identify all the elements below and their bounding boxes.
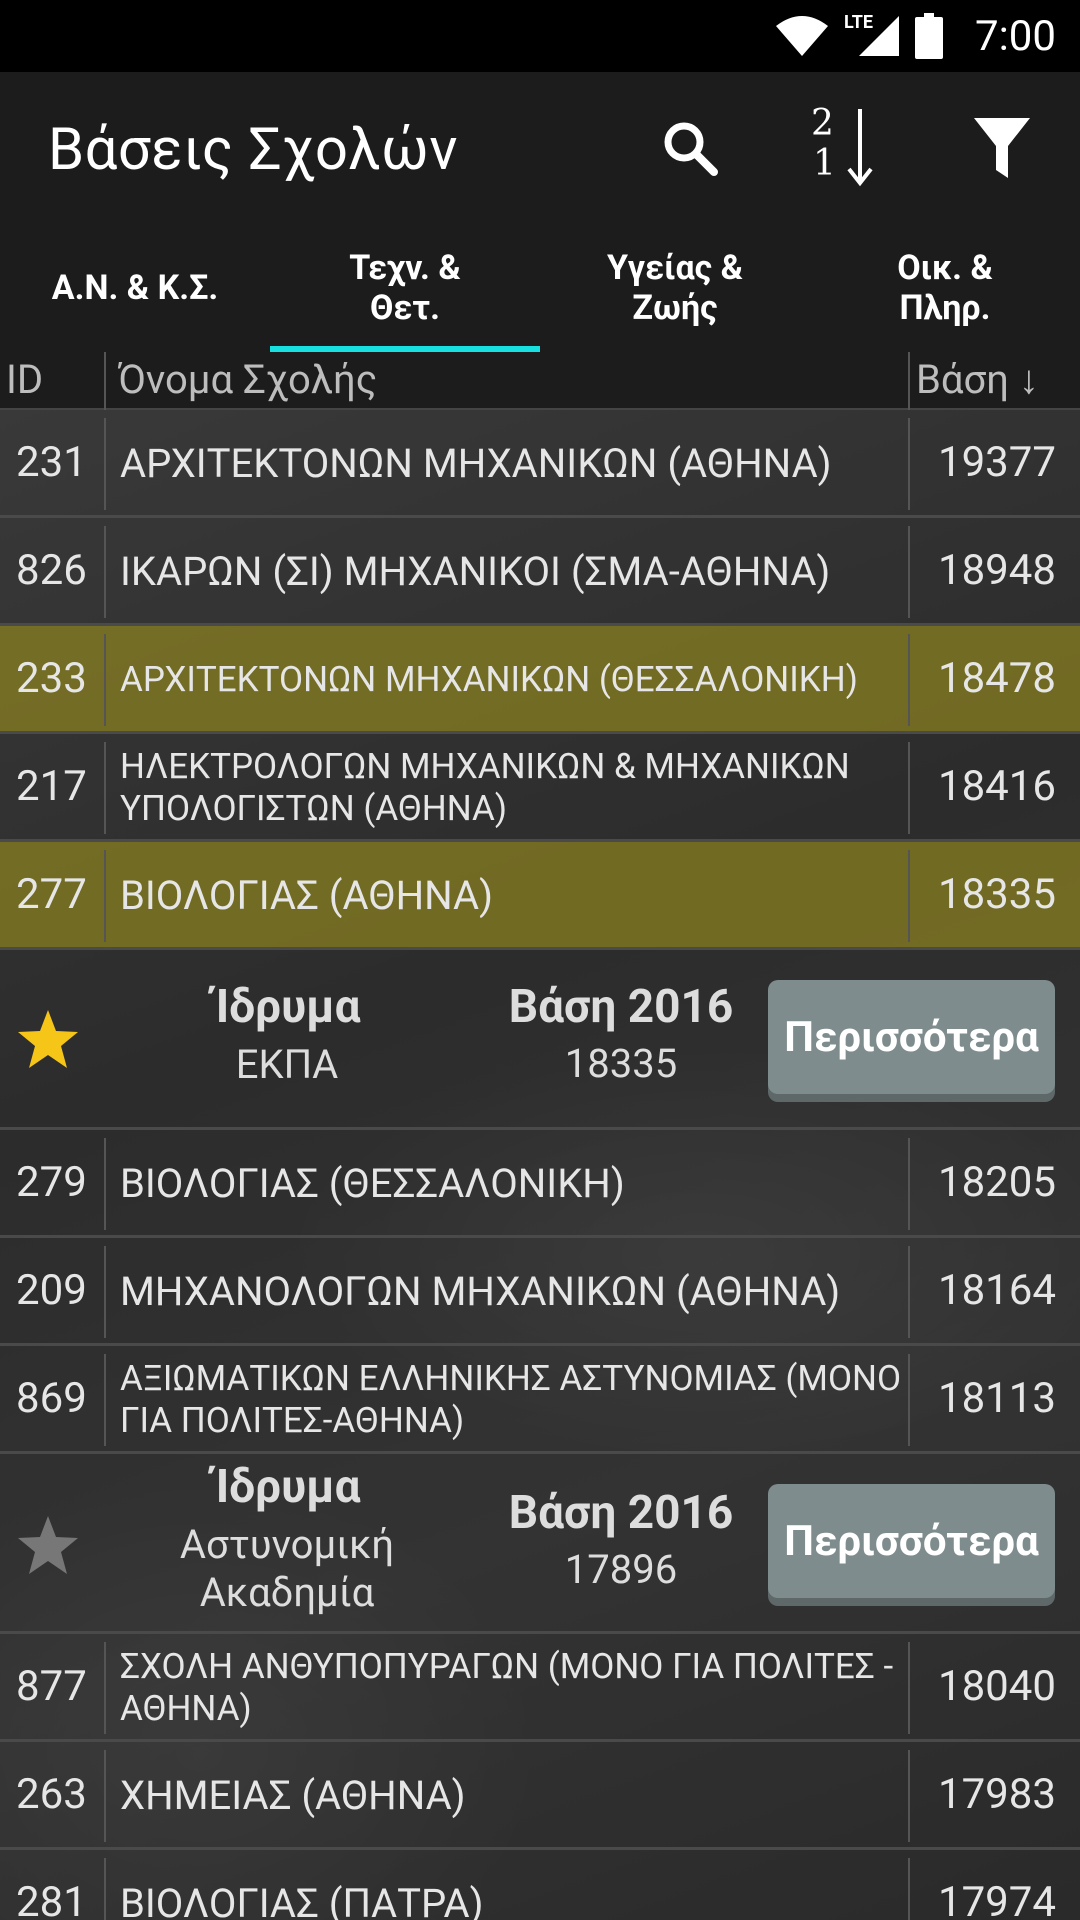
tab-an-ks[interactable]: Α.Ν. & Κ.Σ. (0, 224, 270, 352)
filter-button[interactable] (924, 72, 1080, 224)
row-name: ΜΗΧΑΝΟΛΟΓΩΝ ΜΗΧΑΝΙΚΩΝ (ΑΘΗΝΑ) (120, 1268, 841, 1315)
table-row[interactable]: 277 ΒΙΟΛΟΓΙΑΣ (ΑΘΗΝΑ) 18335 (0, 842, 1080, 950)
row-name: ΑΡΧΙΤΕΚΤΟΝΩΝ ΜΗΧΑΝΙΚΩΝ (ΑΘΗΝΑ) (120, 440, 832, 487)
table-row[interactable]: 209 ΜΗΧΑΝΟΛΟΓΩΝ ΜΗΧΑΝΙΚΩΝ (ΑΘΗΝΑ) 18164 (0, 1238, 1080, 1346)
institution-value: ΕΚΠΑ (235, 1041, 339, 1088)
row-id: 826 (16, 546, 87, 595)
schools-table: ID Όνομα Σχολής Βάση ↓ 231 ΑΡΧΙΤΕΚΤΟΝΩΝ … (0, 352, 1080, 1920)
more-button[interactable]: Περισσότερα (768, 1484, 1055, 1598)
table-row[interactable]: 279 ΒΙΟΛΟΓΙΑΣ (ΘΕΣΣΑΛΟΝΙΚΗ) 18205 (0, 1130, 1080, 1238)
row-name: ΙΚΑΡΩΝ (ΣΙ) ΜΗΧΑΝΙΚΟΙ (ΣΜΑ-ΑΘΗΝΑ) (120, 548, 831, 595)
row-name: ΗΛΕΚΤΡΟΛΟΓΩΝ ΜΗΧΑΝΙΚΩΝ & ΜΗΧΑΝΙΚΩΝ ΥΠΟΛΟ… (120, 746, 850, 829)
institution-value-line2: Ακαδημία (199, 1569, 375, 1616)
tab-tech-thet[interactable]: Τεχν. & Θετ. (270, 224, 540, 352)
search-button[interactable] (612, 72, 768, 224)
status-time: 7:00 (975, 11, 1056, 61)
base-label: Βάση 2016 (508, 1486, 734, 1540)
header-id[interactable]: ID (6, 356, 43, 403)
more-button[interactable]: Περισσότερα (768, 980, 1055, 1094)
school-detail-panel: Ίδρυμα ΕΚΠΑ Βάση 2016 18335 Περισσότερα (0, 950, 1080, 1130)
header-score[interactable]: Βάση ↓ (916, 356, 1039, 403)
star-filled-icon[interactable] (16, 1008, 80, 1070)
row-id: 877 (16, 1662, 87, 1711)
app-bar: Βάσεις Σχολών 2 1 (0, 72, 1080, 224)
row-id: 279 (16, 1158, 87, 1207)
row-name: ΧΗΜΕΙΑΣ (ΑΘΗΝΑ) (120, 1772, 466, 1819)
school-detail-panel: Ίδρυμα Αστυνομική Ακαδημία Βάση 2016 178… (0, 1454, 1080, 1634)
sort-numeric-icon: 2 1 (811, 103, 881, 193)
table-row[interactable]: 263 ΧΗΜΕΙΑΣ (ΑΘΗΝΑ) 17983 (0, 1742, 1080, 1850)
status-bar: LTE 7:00 (0, 0, 1080, 72)
row-score: 18205 (937, 1158, 1056, 1207)
row-score: 18335 (937, 870, 1056, 919)
table-row[interactable]: 826 ΙΚΑΡΩΝ (ΣΙ) ΜΗΧΑΝΙΚΟΙ (ΣΜΑ-ΑΘΗΝΑ) 18… (0, 518, 1080, 626)
row-id: 277 (16, 870, 87, 919)
toolbar-actions: 2 1 (612, 72, 1080, 224)
base-value: 17896 (564, 1546, 678, 1593)
base-value: 18335 (564, 1040, 678, 1087)
row-score: 18040 (937, 1662, 1056, 1711)
category-tabs: Α.Ν. & Κ.Σ. Τεχν. & Θετ. Υγείας & Ζωής Ο… (0, 224, 1080, 352)
star-outline-icon[interactable] (16, 1514, 80, 1576)
row-name: ΒΙΟΛΟΓΙΑΣ (ΘΕΣΣΑΛΟΝΙΚΗ) (120, 1160, 625, 1207)
table-row[interactable]: 281 ΒΙΟΛΟΓΙΑΣ (ΠΑΤΡΑ) 17974 (0, 1850, 1080, 1920)
row-name: ΑΡΧΙΤΕΚΤΟΝΩΝ ΜΗΧΑΝΙΚΩΝ (ΘΕΣΣΑΛΟΝΙΚΗ) (120, 659, 858, 700)
row-score: 18164 (937, 1266, 1056, 1315)
page-title: Βάσεις Σχολών (48, 116, 458, 184)
row-score: 19377 (937, 438, 1056, 487)
row-score: 18948 (937, 546, 1056, 595)
row-score: 18478 (937, 654, 1056, 703)
wifi-icon (775, 16, 828, 56)
row-id: 231 (16, 438, 87, 487)
sort-button[interactable]: 2 1 (768, 72, 924, 224)
battery-icon (915, 13, 943, 59)
row-id: 281 (16, 1878, 87, 1920)
row-id: 233 (16, 654, 87, 703)
table-row[interactable]: 877 ΣΧΟΛΗ ΑΝΘΥΠΟΠΥΡΑΓΩΝ (ΜΟΝΟ ΓΙΑ ΠΟΛΙΤΕ… (0, 1634, 1080, 1742)
search-icon (664, 122, 718, 176)
lte-label: LTE (843, 11, 873, 33)
table-header: ID Όνομα Σχολής Βάση ↓ (0, 352, 1080, 410)
row-score: 18113 (937, 1374, 1056, 1423)
row-name: ΒΙΟΛΟΓΙΑΣ (ΠΑΤΡΑ) (120, 1880, 484, 1920)
row-score: 17974 (937, 1878, 1056, 1920)
institution-value: Αστυνομική (179, 1521, 395, 1568)
table-row[interactable]: 869 ΑΞΙΩΜΑΤΙΚΩΝ ΕΛΛΗΝΙΚΗΣ ΑΣΤΥΝΟΜΙΑΣ (ΜΟ… (0, 1346, 1080, 1454)
table-row[interactable]: 217 ΗΛΕΚΤΡΟΛΟΓΩΝ ΜΗΧΑΝΙΚΩΝ & ΜΗΧΑΝΙΚΩΝ Υ… (0, 734, 1080, 842)
header-name[interactable]: Όνομα Σχολής (118, 356, 377, 403)
row-id: 263 (16, 1770, 87, 1819)
row-score: 18416 (937, 762, 1056, 811)
row-name: ΑΞΙΩΜΑΤΙΚΩΝ ΕΛΛΗΝΙΚΗΣ ΑΣΤΥΝΟΜΙΑΣ (ΜΟΝΟ Γ… (120, 1358, 902, 1441)
table-row[interactable]: 231 ΑΡΧΙΤΕΚΤΟΝΩΝ ΜΗΧΑΝΙΚΩΝ (ΑΘΗΝΑ) 19377 (0, 410, 1080, 518)
filter-icon (974, 118, 1030, 178)
row-name: ΣΧΟΛΗ ΑΝΘΥΠΟΠΥΡΑΓΩΝ (ΜΟΝΟ ΓΙΑ ΠΟΛΙΤΕΣ - … (120, 1646, 894, 1729)
institution-label: Ίδρυμα (213, 1460, 361, 1514)
row-id: 217 (16, 762, 87, 811)
base-label: Βάση 2016 (508, 980, 734, 1034)
row-score: 17983 (937, 1770, 1056, 1819)
row-id: 209 (16, 1266, 87, 1315)
table-row[interactable]: 233 ΑΡΧΙΤΕΚΤΟΝΩΝ ΜΗΧΑΝΙΚΩΝ (ΘΕΣΣΑΛΟΝΙΚΗ)… (0, 626, 1080, 734)
row-name: ΒΙΟΛΟΓΙΑΣ (ΑΘΗΝΑ) (120, 872, 494, 919)
row-id: 869 (16, 1374, 87, 1423)
tab-oik-plir[interactable]: Οικ. & Πληρ. (810, 224, 1080, 352)
tab-ygeias-zois[interactable]: Υγείας & Ζωής (540, 224, 810, 352)
institution-label: Ίδρυμα (213, 980, 361, 1034)
